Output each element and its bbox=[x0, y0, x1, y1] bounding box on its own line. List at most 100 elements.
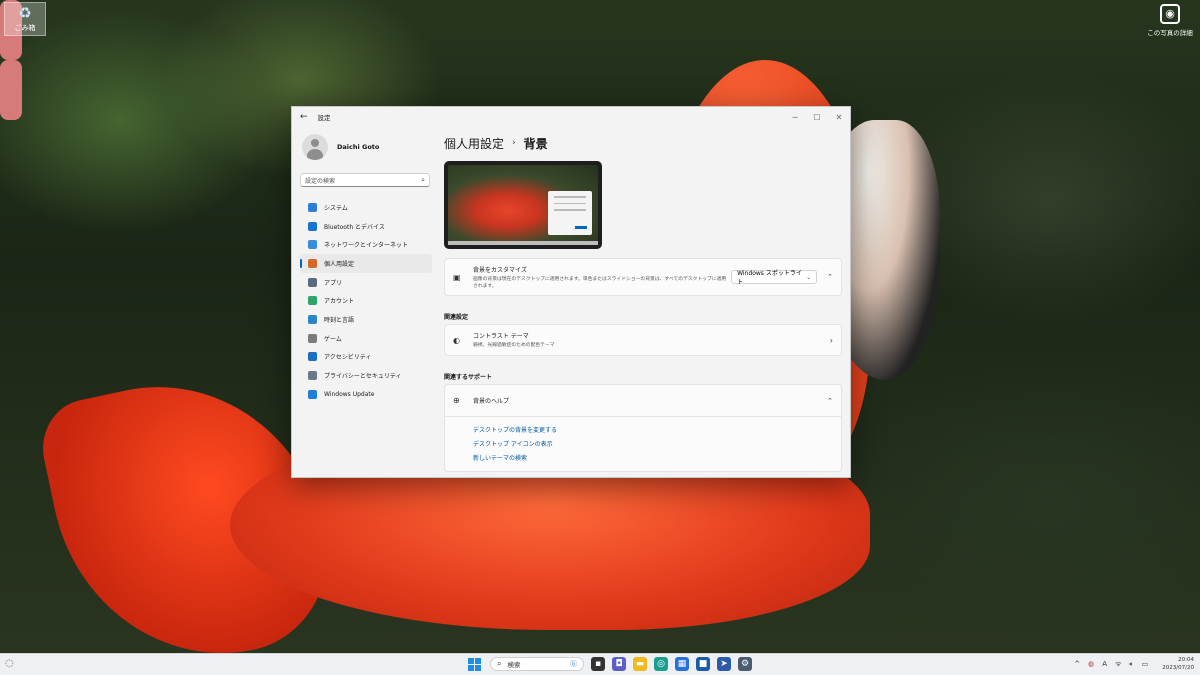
help-link-change-background[interactable]: デスクトップの背景を変更する bbox=[473, 425, 841, 439]
taskbar-search-label: 検索 bbox=[507, 661, 521, 669]
minimize-button[interactable]: ─ bbox=[784, 113, 806, 122]
edge-icon[interactable]: ◎ bbox=[654, 657, 668, 671]
chevron-right-icon: › bbox=[512, 138, 516, 148]
chevron-down-icon: ⌄ bbox=[806, 273, 812, 281]
breadcrumb: 個人用設定 › 背景 bbox=[444, 131, 842, 155]
photo-info-button[interactable]: ◉ この写真の詳細 bbox=[1146, 4, 1194, 37]
search-icon: ⌕ bbox=[421, 175, 425, 184]
background-help-card: ⊕ 背景のヘルプ ⌃ デスクトップの背景を変更する デスクトップ アイコンの表示… bbox=[444, 384, 842, 472]
user-name: Daichi Goto bbox=[337, 143, 380, 151]
main-content: 個人用設定 › 背景 ▣ 背景をカスタマイズ 画像の背景は現在のデスクトップに適… bbox=[444, 129, 842, 472]
clock[interactable]: 20:04 2023/07/20 bbox=[1162, 656, 1194, 672]
settings-gear-icon[interactable]: ⚙ bbox=[738, 657, 752, 671]
back-arrow-icon[interactable]: ← bbox=[300, 112, 308, 122]
sidebar-item[interactable]: アクセシビリティ bbox=[300, 348, 432, 367]
globe-icon: ⊕ bbox=[453, 396, 460, 405]
ime-icon[interactable]: A bbox=[1102, 660, 1107, 668]
system-icon bbox=[308, 202, 317, 212]
vscode-icon[interactable]: ➤ bbox=[717, 657, 731, 671]
help-links: デスクトップの背景を変更する デスクトップ アイコンの表示 新しいテーマの検索 bbox=[445, 417, 841, 471]
window-title: 設定 bbox=[317, 114, 331, 122]
start-button[interactable] bbox=[468, 657, 481, 671]
collapse-chevron-icon: ⌃ bbox=[827, 396, 833, 405]
collapse-chevron-icon[interactable]: ⌃ bbox=[827, 273, 833, 281]
title-bar: ← 設定 ─ ☐ ✕ bbox=[292, 107, 850, 127]
background-card-title: 背景をカスタマイズ bbox=[473, 266, 527, 274]
sidebar-item-label: Windows Update bbox=[324, 390, 375, 398]
camera-icon: ◉ bbox=[1160, 4, 1180, 24]
image-icon: ▣ bbox=[453, 272, 461, 282]
sidebar-item[interactable]: 時刻と言語 bbox=[300, 310, 432, 329]
sidebar-item[interactable]: プライバシーとセキュリティ bbox=[300, 366, 432, 385]
store-icon[interactable]: ▦ bbox=[675, 657, 689, 671]
preview-taskbar bbox=[448, 241, 598, 245]
file-explorer-icon[interactable]: ▬ bbox=[633, 657, 647, 671]
sidebar-item-label: システム bbox=[324, 204, 348, 212]
user-profile[interactable]: Daichi Goto bbox=[298, 129, 432, 165]
nav-list: システム Bluetooth とデバイスネットワークとインターネット個人用設定アプ… bbox=[298, 198, 432, 404]
sidebar-item-label: プライバシーとセキュリティ bbox=[324, 373, 402, 381]
chevron-right-icon: › bbox=[829, 335, 833, 345]
search-input[interactable]: 設定の検索 ⌕ bbox=[300, 173, 430, 187]
help-link-show-desktop-icons[interactable]: デスクトップ アイコンの表示 bbox=[473, 439, 841, 453]
task-view-icon[interactable]: ▪ bbox=[591, 657, 605, 671]
search-icon: ⌕ bbox=[497, 659, 502, 668]
background-type-value: Windows スポットライト bbox=[737, 270, 802, 286]
background-type-dropdown[interactable]: Windows スポットライト ⌄ bbox=[731, 270, 818, 286]
volume-icon[interactable]: 🔈︎ bbox=[1129, 660, 1133, 669]
wallpaper-flamingo-leg bbox=[0, 60, 22, 120]
recycle-bin-label: ごみ箱 bbox=[14, 24, 36, 32]
sidebar-item-label: ゲーム bbox=[324, 335, 342, 343]
globe-clock-icon bbox=[308, 314, 317, 324]
sidebar-item[interactable]: 個人用設定 bbox=[300, 254, 432, 273]
sidebar-item-label: ネットワークとインターネット bbox=[324, 242, 409, 250]
network-icon[interactable]: ᯤ bbox=[1115, 660, 1121, 669]
recycle-bin-icon: ♻ bbox=[18, 4, 32, 22]
update-icon bbox=[308, 389, 317, 399]
sidebar: Daichi Goto 設定の検索 ⌕ システム Bluetooth とデバイスネ… bbox=[298, 129, 432, 404]
terminal-icon[interactable]: ■ bbox=[696, 657, 710, 671]
contrast-theme-description: 弱視、光線過敏症のための配色テーマ bbox=[473, 343, 555, 348]
chevron-up-icon[interactable]: ^ bbox=[1074, 660, 1080, 668]
desktop-preview bbox=[444, 161, 602, 249]
sidebar-item[interactable]: ゲーム bbox=[300, 329, 432, 348]
sidebar-item-label: Bluetooth とデバイス bbox=[324, 223, 385, 231]
shield-icon bbox=[308, 371, 317, 381]
breadcrumb-parent[interactable]: 個人用設定 bbox=[444, 135, 504, 152]
recycle-bin-desktop-icon[interactable]: ♻ ごみ箱 bbox=[4, 2, 46, 36]
widgets-icon[interactable]: ◌ bbox=[5, 658, 14, 669]
background-help-header[interactable]: ⊕ 背景のヘルプ ⌃ bbox=[445, 385, 841, 417]
security-icon[interactable]: ◍ bbox=[1088, 660, 1094, 668]
photo-info-label: この写真の詳細 bbox=[1147, 29, 1193, 37]
background-help-title: 背景のヘルプ bbox=[473, 398, 510, 405]
taskbar-center: ⌕ 検索 ⓑ ▪ ◘ ▬ ◎ ▦ ■ ➤ ⚙ bbox=[468, 657, 759, 671]
sidebar-item[interactable]: アプリ bbox=[300, 273, 432, 292]
contrast-theme-card[interactable]: ◐ コントラスト テーマ 弱視、光線過敏症のための配色テーマ › bbox=[444, 324, 842, 356]
sidebar-item[interactable]: Bluetooth とデバイス bbox=[300, 217, 432, 236]
page-title: 背景 bbox=[523, 136, 548, 151]
avatar bbox=[302, 134, 328, 160]
maximize-button[interactable]: ☐ bbox=[806, 113, 828, 122]
battery-icon[interactable]: ▭ bbox=[1142, 660, 1149, 668]
search-placeholder: 設定の検索 bbox=[305, 177, 336, 185]
help-link-find-themes[interactable]: 新しいテーマの検索 bbox=[473, 453, 841, 467]
preview-window bbox=[548, 191, 592, 235]
sidebar-item-label: 時刻と言語 bbox=[324, 316, 355, 324]
related-settings-heading: 関連設定 bbox=[444, 314, 469, 321]
apps-icon bbox=[308, 277, 317, 287]
sidebar-item-label: アプリ bbox=[324, 279, 343, 287]
clock-time: 20:04 bbox=[1178, 657, 1194, 663]
accessibility-icon bbox=[308, 352, 317, 362]
chat-icon[interactable]: ◘ bbox=[612, 657, 626, 671]
sidebar-item[interactable]: ネットワークとインターネット bbox=[300, 235, 432, 254]
sidebar-item[interactable]: アカウント bbox=[300, 291, 432, 310]
contrast-theme-title: コントラスト テーマ bbox=[473, 333, 529, 340]
taskbar: ◌ ⌕ 検索 ⓑ ▪ ◘ ▬ ◎ ▦ ■ ➤ ⚙ ^ ◍ A ᯤ 🔈︎ ▭ 20… bbox=[0, 653, 1200, 675]
game-icon bbox=[308, 333, 317, 343]
preview-wallpaper bbox=[448, 165, 598, 241]
taskbar-search[interactable]: ⌕ 検索 ⓑ bbox=[490, 657, 584, 671]
sidebar-item[interactable]: システム bbox=[300, 198, 432, 217]
sidebar-item[interactable]: Windows Update bbox=[300, 385, 432, 404]
brush-icon bbox=[308, 258, 317, 268]
close-button[interactable]: ✕ bbox=[828, 113, 850, 122]
